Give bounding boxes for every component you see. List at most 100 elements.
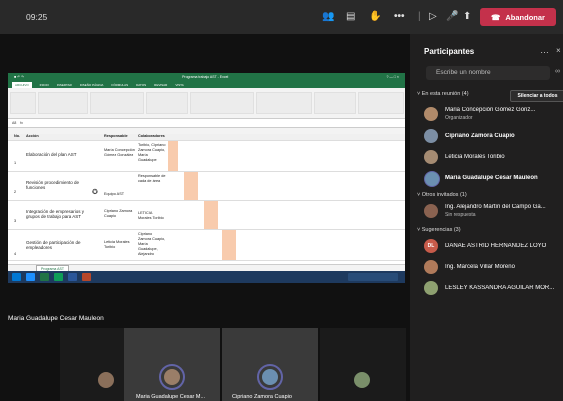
avatar [424,107,438,121]
section-label: Otros invitados (1) [421,192,467,198]
share-invite-icon[interactable]: ∞ [555,68,560,75]
tile-name: Cipriano Zamora Cuapio [232,394,292,400]
raise-hand-icon[interactable]: ✋ [369,11,381,22]
row-colaboradores: Toribio, Cipriano Zamora Cuapio, María G… [138,143,166,162]
start-icon[interactable] [12,273,21,281]
header-responsable: Responsable [104,134,128,138]
windows-taskbar [8,271,405,283]
section-others[interactable]: ˅ Otros invitados (1) [417,192,467,198]
row-accion: Elaboración del plan AST [26,152,77,157]
gantt-bar [204,201,218,229]
suggestion-item[interactable]: DL DANAE ASTRID HERNANDEZ LOYO [424,239,563,255]
suggestion-item[interactable]: Ing. Marcela Villar Moreno [424,260,563,276]
section-suggestions[interactable]: ˅ Sugerencias (3) [417,227,461,233]
gantt-bar [222,230,236,260]
row-accion: Revisión procedimiento de funciones [26,180,80,190]
avatar [164,369,180,385]
avatar [424,129,438,143]
row-number: 4 [14,252,17,256]
table-row: 3 Integración de empresarios y grupos de… [8,201,405,230]
camera-off-icon[interactable]: ▷ [429,11,437,22]
video-tile[interactable]: Maria Guadalupe Cesar M... [124,328,220,401]
search-input[interactable]: Escribe un nombre [426,66,550,80]
suggestion-name: LESLEY KASSANDRA AGUILAR MOR... [445,285,555,291]
header-accion: Acción [26,134,39,138]
excel-sheet-tabs: Programa AST [8,264,405,273]
video-tile[interactable]: Cipriano Zamora Cuapio [222,328,318,401]
powerpoint-icon[interactable] [82,273,91,281]
video-tile[interactable] [320,328,406,401]
participant-item[interactable]: Cipriano Zamora Cuapio [424,129,563,145]
leave-button[interactable]: ☎ Abandonar [480,8,556,26]
participant-item[interactable]: Ing. Alejandro Martín del Campo Ga... Si… [424,204,563,220]
row-number: 3 [14,219,17,223]
table-row: 1 Elaboración del plan AST María Concepc… [8,141,405,172]
leave-label: Abandonar [505,12,545,22]
participant-role: Organizador [445,115,473,121]
row-accion: Gestión de participación de empleadores [26,240,81,250]
section-in-meeting[interactable]: ˅ En esta reunión (4) [417,91,469,97]
avatar [424,204,438,218]
excel-window-title: Programa trabajo AST - Excel [182,75,229,79]
shared-screen: ■ ↶ ↷ Programa trabajo AST - Excel ? — □… [8,73,405,283]
participant-item[interactable]: Maria Concepción Gómez Gonz... Organizad… [424,107,563,123]
row-responsable: María Concepción Gómez González [104,148,135,157]
avatar [98,372,114,388]
row-number: 1 [14,161,17,165]
participant-item[interactable]: Maria Guadalupe Cesar Mauleon [424,171,563,187]
row-accion: Integración de empresarios y grupos de t… [26,209,85,219]
avatar [424,150,438,164]
row-colaboradores: Responsable de cada de área [138,174,166,183]
row-colaboradores: LETICIA Morales Toribio [138,211,164,220]
more-icon[interactable]: ••• [394,11,405,22]
mute-all-button[interactable]: Silenciar a todos [510,90,563,102]
row-colaboradores: Cipriano Zamora Cuapio, María Guadalupe,… [138,232,166,256]
chat-icon[interactable]: ▤ [346,11,355,22]
participant-name: Ing. Alejandro Martín del Campo Ga... [445,204,546,210]
cursor-icon: ✪ [92,189,98,196]
panel-title: Participantes [424,47,475,56]
section-label: En esta reunión (4) [421,91,469,97]
gantt-bar [168,141,178,171]
phone-icon: ☎ [491,12,501,22]
row-responsable: Leticia Morales Toribio [104,240,130,249]
participant-name: Maria Guadalupe Cesar Mauleon [445,175,538,181]
participant-name: Cipriano Zamora Cuapio [445,133,515,139]
row-responsable: Cipriano Zamora Cuapio [104,209,133,218]
avatar [354,372,370,388]
active-speaker-label: Maria Guadalupe Cesar Mauleon [8,315,104,322]
excel-quick-access: ■ ↶ ↷ [14,75,24,79]
meeting-timer: 09:25 [26,12,48,22]
row-number: 2 [14,190,17,194]
people-icon[interactable]: 👥 [322,11,334,22]
excel-window-controls: ? — □ × [386,75,399,79]
excel-icon[interactable] [40,273,49,281]
close-icon[interactable]: × [556,46,561,55]
app-icon[interactable] [54,273,63,281]
toolbar-divider: | [418,11,421,22]
excel-formula-bar[interactable]: A8 fx [8,119,405,128]
excel-ribbon [8,88,405,119]
excel-titlebar: ■ ↶ ↷ Programa trabajo AST - Excel ? — □… [8,73,405,82]
initials-avatar: DL [424,239,438,253]
avatar [424,281,438,295]
suggestion-name: Ing. Marcela Villar Moreno [445,264,515,270]
suggestion-name: DANAE ASTRID HERNANDEZ LOYO [445,243,547,249]
section-label: Sugerencias (3) [421,227,461,233]
tile-name: Maria Guadalupe Cesar M... [136,394,206,400]
participant-name: Maria Concepción Gómez Gonz... [445,107,536,113]
share-icon[interactable]: ⬆ [463,11,471,22]
suggestion-item[interactable]: LESLEY KASSANDRA AGUILAR MOR... [424,281,563,297]
mic-icon[interactable]: 🎤 [446,11,458,22]
word-icon[interactable] [68,273,77,281]
participant-status: Sin respuesta [445,212,476,218]
header-no: No. [14,134,21,138]
edge-icon[interactable] [26,273,35,281]
participant-item[interactable]: Leticia Morales Toribio [424,150,563,166]
participant-name: Leticia Morales Toribio [445,154,505,160]
excel-grid[interactable]: No. Acción Responsable Colaboradores 1 E… [8,128,405,267]
gantt-bar [184,172,198,200]
more-icon[interactable]: … [540,45,549,55]
participants-panel: Participantes … × Escribe un nombre ∞ ˅ … [410,34,563,401]
table-row: 2 Revisión procedimiento de funciones Eq… [8,172,405,201]
